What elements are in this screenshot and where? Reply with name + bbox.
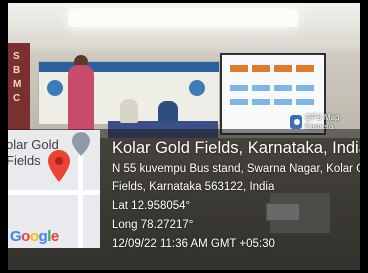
slide-box (296, 65, 314, 72)
camera-icon (290, 115, 302, 129)
banner-strip (39, 62, 219, 72)
slide-box (296, 99, 314, 105)
audience-person (120, 99, 138, 123)
longitude: Long 78.27217° (112, 219, 194, 231)
slide-box (230, 85, 248, 91)
slide-box (252, 85, 270, 91)
badge-label: GPS Map Camera (304, 113, 340, 131)
timestamp: 12/09/22 11:36 AM GMT +05:30 (112, 238, 275, 250)
slide-box (252, 99, 270, 105)
address-line-1: N 55 kuvempu Bus stand, Swarna Nagar, Ko… (112, 163, 360, 175)
gps-map-camera-badge: GPS Map Camera (290, 113, 360, 131)
latitude: Lat 12.958054° (112, 200, 191, 212)
banner-emblem (189, 80, 205, 96)
address-line-2: Fields, Karnataka 563122, India (112, 181, 275, 193)
location-marker-icon (72, 132, 90, 156)
slide-box (296, 85, 314, 91)
audience-person (158, 101, 178, 123)
map-pin-icon (48, 150, 70, 182)
location-title: Kolar Gold Fields, Karnataka, India (112, 139, 360, 157)
slide-box (230, 65, 248, 72)
side-banner: SBMC (8, 43, 30, 138)
mini-map[interactable]: olar Gold Fields Google (8, 130, 100, 248)
slide-box (230, 99, 248, 105)
slide-box (274, 99, 292, 105)
photo-frame: SBMC GPS Map Camera olar Gold Fields Goo… (8, 3, 360, 270)
slide-box (274, 85, 292, 91)
banner-emblem (47, 80, 63, 96)
presenter (68, 65, 94, 137)
slide-box (274, 65, 292, 72)
map-road (8, 190, 100, 195)
ceiling-light (68, 9, 298, 27)
slide-box (252, 65, 270, 72)
map-place-label: Fields (8, 153, 41, 168)
google-logo: Google (10, 228, 59, 245)
